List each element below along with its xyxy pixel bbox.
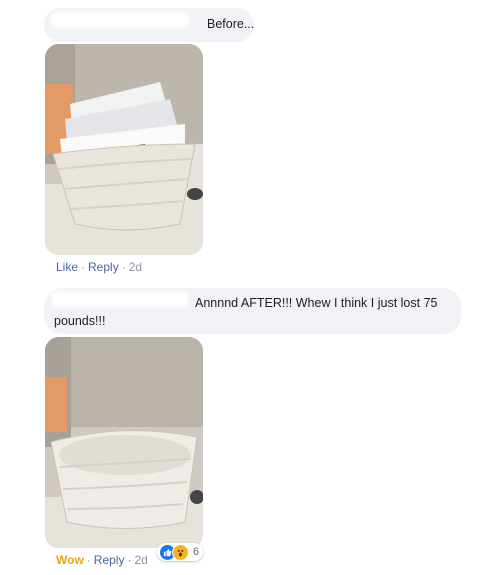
commenter-name-redacted — [50, 291, 190, 307]
reaction-summary[interactable]: 6 — [157, 543, 204, 561]
basket-full-photo — [45, 44, 203, 255]
comment-text-line-2: pounds!!! — [54, 314, 106, 328]
reaction-count: 6 — [193, 546, 200, 558]
comment-actions-after: Wow · Reply · 2d — [56, 553, 148, 567]
comment-bubble-before: Before... — [44, 8, 254, 42]
reply-link[interactable]: Reply — [94, 553, 125, 567]
comment-timestamp[interactable]: 2d — [129, 260, 142, 274]
wow-reaction-link[interactable]: Wow — [56, 553, 84, 567]
comment-bubble-after: Annnnd AFTER!!! Whew I think I just lost… — [44, 288, 461, 334]
comment-text: Before... — [207, 17, 255, 31]
wow-icon — [172, 543, 189, 561]
like-link[interactable]: Like — [56, 260, 78, 274]
comment-actions-before: Like · Reply · 2d — [56, 260, 143, 274]
comment-photo-before[interactable] — [45, 44, 203, 255]
comment-text-line-1: Annnnd AFTER!!! Whew I think I just lost… — [195, 296, 438, 310]
comment-timestamp[interactable]: 2d — [134, 553, 147, 567]
reply-link[interactable]: Reply — [88, 260, 119, 274]
commenter-name-redacted — [50, 12, 190, 28]
basket-empty-photo — [45, 337, 203, 548]
comment-photo-after[interactable] — [45, 337, 203, 548]
